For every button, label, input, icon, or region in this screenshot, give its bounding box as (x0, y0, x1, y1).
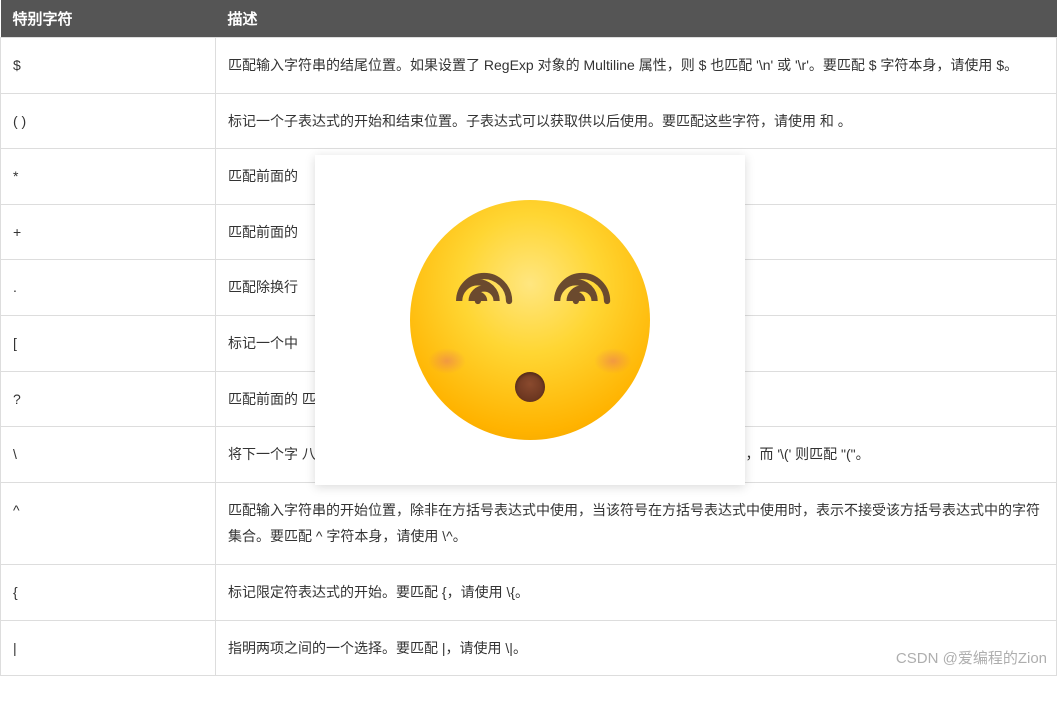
emoji-overlay (315, 155, 745, 485)
cell-desc: 匹配输入字符串的结尾位置。如果设置了 RegExp 对象的 Multiline … (216, 38, 1057, 94)
cell-desc: 指明两项之间的一个选择。要匹配 |，请使用 \|。 (216, 620, 1057, 676)
cell-char: + (1, 204, 216, 260)
table-row: $匹配输入字符串的结尾位置。如果设置了 RegExp 对象的 Multiline… (1, 38, 1057, 94)
cell-char: | (1, 620, 216, 676)
header-char: 特别字符 (1, 0, 216, 38)
table-row: ( )标记一个子表达式的开始和结束位置。子表达式可以获取供以后使用。要匹配这些字… (1, 93, 1057, 149)
cell-char: ? (1, 371, 216, 427)
dizzy-face-icon (410, 200, 650, 440)
cell-char: \ (1, 427, 216, 483)
cell-desc: 标记限定符表达式的开始。要匹配 {，请使用 \{。 (216, 564, 1057, 620)
table-header-row: 特别字符 描述 (1, 0, 1057, 38)
cell-char: ^ (1, 482, 216, 564)
table-row: {标记限定符表达式的开始。要匹配 {，请使用 \{。 (1, 564, 1057, 620)
cell-char: $ (1, 38, 216, 94)
table-row: ^匹配输入字符串的开始位置，除非在方括号表达式中使用，当该符号在方括号表达式中使… (1, 482, 1057, 564)
cell-char: * (1, 149, 216, 205)
header-desc: 描述 (216, 0, 1057, 38)
table-row: |指明两项之间的一个选择。要匹配 |，请使用 \|。 (1, 620, 1057, 676)
cell-char: { (1, 564, 216, 620)
cell-char: . (1, 260, 216, 316)
cell-char: [ (1, 315, 216, 371)
cell-desc: 匹配输入字符串的开始位置，除非在方括号表达式中使用，当该符号在方括号表达式中使用… (216, 482, 1057, 564)
cell-char: ( ) (1, 93, 216, 149)
cell-desc: 标记一个子表达式的开始和结束位置。子表达式可以获取供以后使用。要匹配这些字符，请… (216, 93, 1057, 149)
